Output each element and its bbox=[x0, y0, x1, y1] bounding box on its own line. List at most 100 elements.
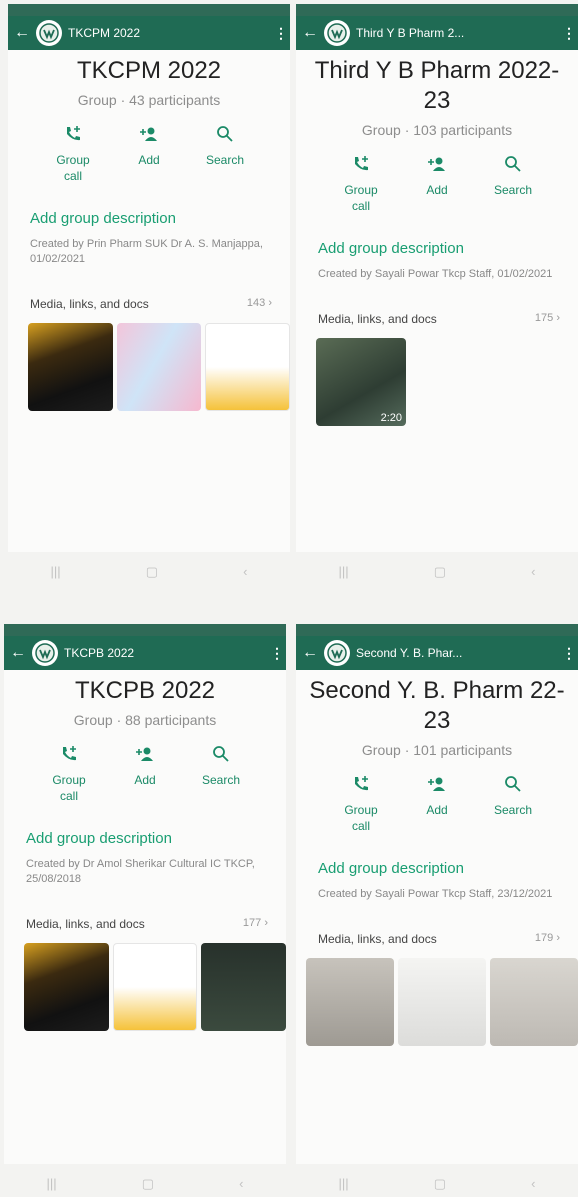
media-thumbnail[interactable] bbox=[205, 323, 290, 411]
app-bar-title[interactable]: TKCPB 2022 bbox=[64, 646, 270, 660]
person-add-icon bbox=[428, 157, 445, 171]
media-links-docs-row[interactable]: Media, links, and docs 143 › bbox=[30, 297, 272, 311]
recents-button[interactable]: ||| bbox=[339, 564, 349, 580]
created-by-text: Created by Sayali Powar Tkcp Staff, 23/1… bbox=[318, 888, 553, 900]
media-thumbnail[interactable] bbox=[201, 943, 286, 1031]
group-name: Third Y B Pharm 2022-23 bbox=[314, 57, 560, 114]
search-label: Search bbox=[493, 183, 533, 197]
group-call-label: Group call bbox=[52, 773, 86, 803]
participants-count: Group · 103 participants bbox=[361, 122, 513, 138]
media-thumbnail[interactable] bbox=[28, 323, 113, 411]
status-bar bbox=[4, 624, 286, 636]
android-nav-bar: ||| ▢ ‹ bbox=[4, 1176, 286, 1192]
recents-button[interactable]: ||| bbox=[47, 1176, 57, 1192]
home-button[interactable]: ▢ bbox=[146, 564, 158, 580]
more-options-icon[interactable]: ⋮ bbox=[274, 25, 288, 42]
add-participant-button[interactable]: Add bbox=[411, 774, 463, 834]
group-info-panel-tkcpb: ← TKCPB 2022 ⋮ TKCPB 2022 Group · 88 par… bbox=[4, 624, 286, 1164]
back-arrow-icon[interactable]: ← bbox=[14, 24, 30, 42]
group-call-button[interactable]: Group call bbox=[335, 154, 387, 214]
app-bar-title[interactable]: TKCPM 2022 bbox=[68, 26, 274, 40]
phone-add-icon bbox=[355, 776, 368, 791]
add-participant-button[interactable]: Add bbox=[119, 744, 171, 804]
search-button[interactable]: Search bbox=[199, 124, 251, 184]
recents-button[interactable]: ||| bbox=[51, 564, 61, 580]
group-call-button[interactable]: Group call bbox=[43, 744, 95, 804]
media-thumbnail[interactable] bbox=[112, 943, 198, 1031]
app-bar-title[interactable]: Second Y. B. Phar... bbox=[356, 646, 562, 660]
add-group-description-link[interactable]: Add group description bbox=[318, 860, 578, 877]
media-label: Media, links, and docs bbox=[26, 917, 145, 931]
group-call-button[interactable]: Group call bbox=[47, 124, 99, 184]
add-label: Add bbox=[426, 183, 448, 197]
search-icon bbox=[505, 156, 521, 172]
back-arrow-icon[interactable]: ← bbox=[302, 644, 318, 662]
group-name: Second Y. B. Pharm 22-23 bbox=[309, 677, 565, 734]
home-button[interactable]: ▢ bbox=[434, 564, 446, 580]
group-avatar[interactable] bbox=[36, 20, 62, 46]
recents-button[interactable]: ||| bbox=[339, 1176, 349, 1192]
group-call-button[interactable]: Group call bbox=[335, 774, 387, 834]
participants-count: Group · 101 participants bbox=[361, 742, 513, 758]
add-group-description-link[interactable]: Add group description bbox=[30, 210, 290, 227]
group-call-label: Group call bbox=[344, 183, 378, 213]
media-links-docs-row[interactable]: Media, links, and docs 177 › bbox=[26, 917, 268, 931]
search-icon bbox=[505, 776, 521, 792]
media-thumbnail[interactable] bbox=[116, 323, 202, 411]
group-info-panel-second-y: ← Second Y. B. Phar... ⋮ Second Y. B. Ph… bbox=[296, 624, 578, 1164]
more-options-icon[interactable]: ⋮ bbox=[270, 645, 284, 662]
back-button[interactable]: ‹ bbox=[531, 564, 535, 580]
add-label: Add bbox=[134, 773, 156, 787]
search-button[interactable]: Search bbox=[487, 154, 539, 214]
media-links-docs-row[interactable]: Media, links, and docs 179 › bbox=[318, 932, 560, 946]
created-by-text: Created by Prin Pharm SUK Dr A. S. Manja… bbox=[30, 238, 263, 265]
back-button[interactable]: ‹ bbox=[531, 1176, 535, 1192]
status-bar bbox=[296, 4, 578, 16]
media-thumbnail[interactable] bbox=[490, 958, 578, 1046]
group-avatar[interactable] bbox=[32, 640, 58, 666]
more-options-icon[interactable]: ⋮ bbox=[562, 25, 576, 42]
group-call-label: Group call bbox=[344, 803, 378, 833]
group-info-panel-third-y: ← Third Y B Pharm 2... ⋮ Third Y B Pharm… bbox=[296, 4, 578, 552]
media-links-docs-row[interactable]: Media, links, and docs 175 › bbox=[318, 312, 560, 326]
media-thumbnail[interactable] bbox=[306, 958, 394, 1046]
add-group-description-link[interactable]: Add group description bbox=[318, 240, 578, 257]
back-arrow-icon[interactable]: ← bbox=[10, 644, 26, 662]
home-button[interactable]: ▢ bbox=[142, 1176, 154, 1192]
participants-count: Group · 88 participants bbox=[73, 712, 217, 728]
home-button[interactable]: ▢ bbox=[434, 1176, 446, 1192]
group-name: TKCPM 2022 bbox=[76, 57, 222, 84]
search-button[interactable]: Search bbox=[195, 744, 247, 804]
android-nav-bar: ||| ▢ ‹ bbox=[296, 1176, 578, 1192]
person-add-icon bbox=[140, 127, 157, 141]
search-label: Search bbox=[493, 803, 533, 817]
media-label: Media, links, and docs bbox=[318, 312, 437, 326]
add-group-description-link[interactable]: Add group description bbox=[26, 830, 286, 847]
created-by-text: Created by Sayali Powar Tkcp Staff, 01/0… bbox=[318, 268, 553, 280]
media-count: 143 › bbox=[246, 297, 272, 309]
search-label: Search bbox=[205, 153, 245, 167]
group-name: TKCPB 2022 bbox=[74, 677, 216, 704]
group-avatar[interactable] bbox=[324, 20, 350, 46]
app-bar-title[interactable]: Third Y B Pharm 2... bbox=[356, 26, 562, 40]
status-bar bbox=[296, 624, 578, 636]
media-count: 177 › bbox=[242, 917, 268, 929]
video-duration: 2:20 bbox=[380, 412, 402, 424]
back-arrow-icon[interactable]: ← bbox=[302, 24, 318, 42]
media-thumbnail[interactable] bbox=[24, 943, 109, 1031]
group-avatar[interactable] bbox=[324, 640, 350, 666]
more-options-icon[interactable]: ⋮ bbox=[562, 645, 576, 662]
app-bar: ← TKCPB 2022 ⋮ bbox=[4, 636, 286, 670]
media-count: 175 › bbox=[534, 312, 560, 324]
video-thumbnail[interactable]: 2:20 bbox=[316, 338, 406, 426]
back-button[interactable]: ‹ bbox=[239, 1176, 243, 1192]
media-thumbnail[interactable] bbox=[398, 958, 486, 1046]
app-bar: ← TKCPM 2022 ⋮ bbox=[8, 16, 290, 50]
search-button[interactable]: Search bbox=[487, 774, 539, 834]
search-label: Search bbox=[201, 773, 241, 787]
status-bar bbox=[8, 4, 290, 16]
participants-count: Group · 43 participants bbox=[77, 92, 221, 108]
back-button[interactable]: ‹ bbox=[243, 564, 247, 580]
add-participant-button[interactable]: Add bbox=[411, 154, 463, 214]
add-participant-button[interactable]: Add bbox=[123, 124, 175, 184]
